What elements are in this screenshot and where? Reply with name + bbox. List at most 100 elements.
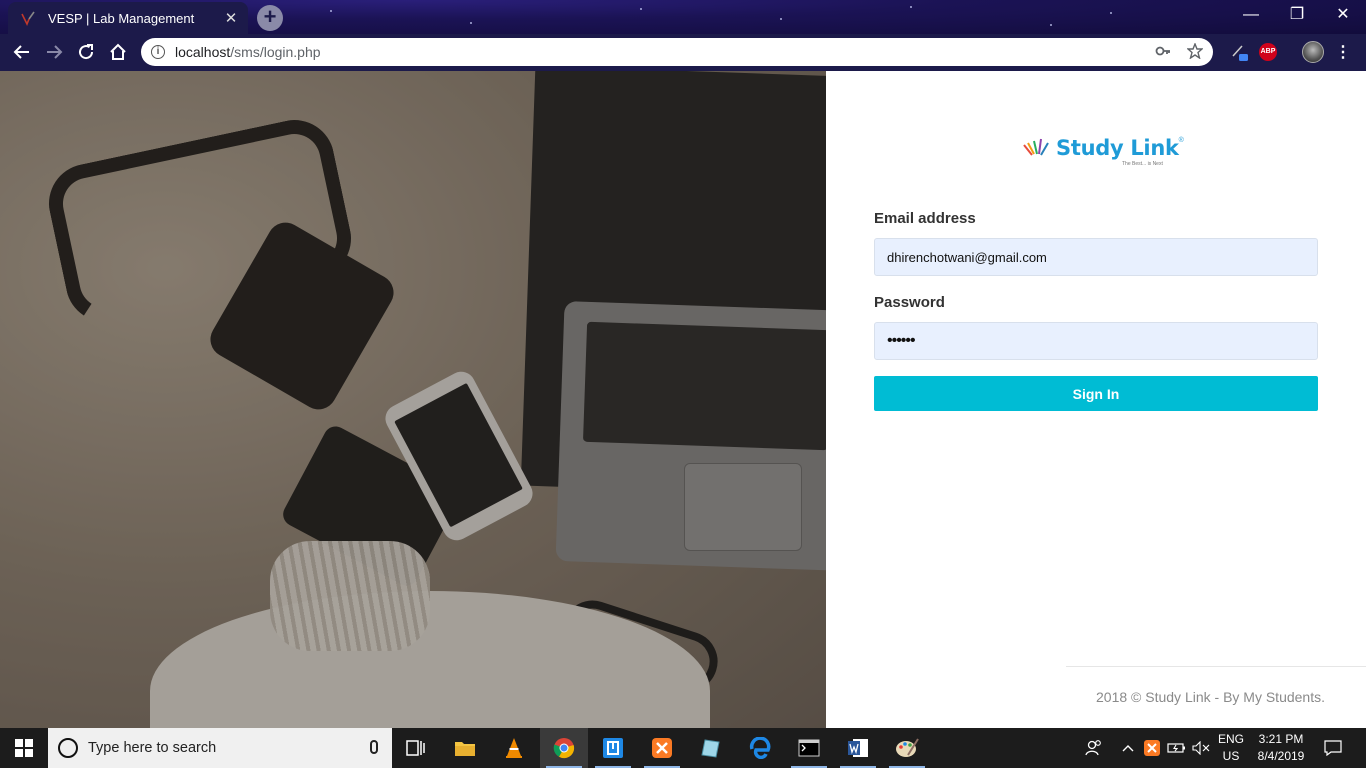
star-decor <box>330 10 332 12</box>
folder-icon <box>455 742 475 756</box>
battery-button[interactable] <box>1166 728 1188 768</box>
hand-logo-icon <box>1023 138 1049 156</box>
logo-tagline: The Best... is Next <box>1122 161 1163 167</box>
xampp-button[interactable] <box>638 728 686 768</box>
password-field[interactable]: •••••• <box>874 322 1318 360</box>
home-button[interactable] <box>104 38 132 66</box>
xampp-tray-button[interactable] <box>1142 728 1162 768</box>
action-center-button[interactable] <box>1318 728 1348 768</box>
logo-text: Study Link <box>1056 136 1179 160</box>
xampp-tray-icon <box>1144 740 1160 756</box>
star-decor <box>1050 24 1052 26</box>
cmd-button[interactable] <box>785 728 833 768</box>
terminal-icon <box>798 739 820 757</box>
restore-button[interactable]: ❐ <box>1274 0 1320 30</box>
start-button[interactable] <box>0 728 48 768</box>
study-link-logo: Study Link ® The Best... is Next <box>1022 135 1184 167</box>
forward-button[interactable] <box>40 38 68 66</box>
chrome-icon <box>553 738 575 759</box>
minimize-button[interactable]: — <box>1228 0 1274 30</box>
omnibox-actions <box>1155 43 1203 59</box>
footer-divider <box>1066 666 1366 667</box>
clock-date: 8/4/2019 <box>1257 749 1305 763</box>
paint-button[interactable] <box>883 728 931 768</box>
url-text: localhost/sms/login.php <box>175 44 321 60</box>
xampp-icon <box>652 738 672 758</box>
vlc-button[interactable] <box>490 728 538 768</box>
adblock-extension[interactable]: ABP <box>1258 42 1278 62</box>
sign-in-button[interactable]: Sign In <box>874 376 1318 411</box>
browser-titlebar: VESP | Lab Management ✕ + — ❐ ✕ <box>0 0 1366 34</box>
file-explorer-button[interactable] <box>441 728 489 768</box>
volume-button[interactable] <box>1190 728 1212 768</box>
notification-icon <box>1324 740 1342 756</box>
menu-kebab-icon[interactable]: ⋮ <box>1335 42 1351 62</box>
tab-title: VESP | Lab Management <box>48 10 195 26</box>
hero-background-image <box>0 71 826 728</box>
task-view-icon <box>406 740 425 756</box>
app-bracket-icon <box>603 738 623 758</box>
adblock-icon: ABP <box>1259 43 1277 61</box>
profile-button[interactable] <box>1301 41 1325 63</box>
email-label: Email address <box>874 210 976 227</box>
task-view-button[interactable] <box>392 728 440 768</box>
microphone-icon[interactable] <box>370 740 378 754</box>
battery-charging-icon <box>1167 743 1185 753</box>
clock-time: 3:21 PM <box>1258 732 1304 746</box>
key-icon[interactable] <box>1155 43 1171 59</box>
close-window-button[interactable]: ✕ <box>1320 0 1366 30</box>
hero-overlay <box>0 71 826 728</box>
language-region: US <box>1222 749 1240 763</box>
star-decor <box>1110 12 1112 14</box>
browser-toolbar: i localhost/sms/login.php ABP ⋮ <box>0 34 1366 71</box>
search-placeholder: Type here to search <box>88 740 217 756</box>
address-bar[interactable]: i localhost/sms/login.php <box>141 38 1213 66</box>
arrow-left-icon <box>13 45 29 59</box>
paint-palette-icon <box>896 738 919 757</box>
login-panel: Study Link ® The Best... is Next Email a… <box>826 71 1366 728</box>
chevron-up-icon <box>1122 745 1134 752</box>
windows-taskbar: Type here to search ENG US 3:21 PM 8/4/2… <box>0 728 1366 768</box>
windows-logo-icon <box>15 739 33 757</box>
info-icon[interactable]: i <box>151 45 165 59</box>
app-taskbar-button[interactable] <box>589 728 637 768</box>
new-tab-button[interactable]: + <box>257 5 283 31</box>
tab-close-icon[interactable]: ✕ <box>220 9 242 27</box>
home-icon <box>110 43 126 60</box>
star-decor <box>780 18 782 20</box>
star-decor <box>910 6 912 8</box>
edge-button[interactable] <box>736 728 784 768</box>
language-indicator[interactable]: ENG US <box>1214 731 1248 765</box>
avatar <box>1302 41 1324 63</box>
url-host: localhost <box>175 44 231 60</box>
taskbar-search-box[interactable]: Type here to search <box>48 728 392 768</box>
volume-muted-icon <box>1192 741 1210 755</box>
pen-extension-icon <box>1232 45 1248 61</box>
word-button[interactable] <box>834 728 882 768</box>
email-field[interactable]: dhirenchotwani@gmail.com <box>874 238 1318 276</box>
footer-copyright: 2018 © Study Link - By My Students. <box>1096 689 1325 705</box>
extension-pen[interactable] <box>1230 42 1250 62</box>
site-favicon-icon <box>21 11 35 26</box>
show-hidden-icons-button[interactable] <box>1118 728 1138 768</box>
edge-icon <box>749 737 771 759</box>
chrome-taskbar-button[interactable] <box>540 728 588 768</box>
people-icon <box>1085 740 1101 756</box>
cortana-icon <box>58 738 78 758</box>
reload-icon <box>79 44 94 60</box>
star-decor <box>640 8 642 10</box>
notepad-button[interactable] <box>687 728 735 768</box>
browser-tab[interactable]: VESP | Lab Management ✕ <box>8 2 248 34</box>
logo-registered-mark: ® <box>1178 137 1184 144</box>
reload-button[interactable] <box>72 38 100 66</box>
people-button[interactable] <box>1082 728 1106 768</box>
password-label: Password <box>874 294 945 311</box>
word-icon <box>848 739 868 757</box>
notepad-icon <box>701 739 720 758</box>
arrow-right-icon <box>47 45 63 59</box>
vlc-cone-icon <box>506 738 522 758</box>
back-button[interactable] <box>8 38 36 66</box>
system-clock[interactable]: 3:21 PM 8/4/2019 <box>1250 731 1312 765</box>
bookmark-star-icon[interactable] <box>1187 43 1203 59</box>
url-path: /sms/login.php <box>230 44 321 60</box>
